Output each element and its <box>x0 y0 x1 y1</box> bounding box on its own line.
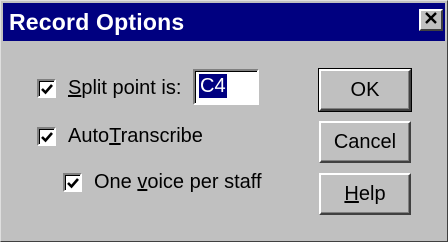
help-button-label: Help <box>344 182 386 205</box>
one-voice-label: One voice per staff <box>94 171 262 193</box>
auto-transcribe-row: AutoTranscribe <box>37 125 203 148</box>
title-bar[interactable]: Record Options <box>3 3 445 41</box>
checkmark-icon <box>41 132 53 143</box>
close-icon <box>424 11 438 29</box>
record-options-dialog: Record Options Split point is: C4 AutoTr… <box>0 0 448 242</box>
ok-button[interactable]: OK <box>318 68 412 112</box>
auto-transcribe-label: AutoTranscribe <box>68 125 203 147</box>
dialog-title: Record Options <box>9 9 185 35</box>
checkmark-icon <box>41 84 53 95</box>
split-point-row: Split point is: <box>37 77 181 100</box>
cancel-button[interactable]: Cancel <box>319 121 411 163</box>
one-voice-checkbox[interactable] <box>63 173 82 192</box>
split-point-input[interactable]: C4 <box>193 69 259 105</box>
split-point-value: C4 <box>199 74 227 98</box>
cancel-button-label: Cancel <box>333 130 397 153</box>
one-voice-row: One voice per staff <box>63 171 262 194</box>
help-button[interactable]: Help <box>319 173 411 215</box>
checkmark-icon <box>67 178 79 189</box>
close-button[interactable] <box>419 9 443 31</box>
ok-button-label: OK <box>350 78 380 101</box>
split-point-checkbox[interactable] <box>37 79 56 98</box>
auto-transcribe-checkbox[interactable] <box>37 127 56 146</box>
split-point-label: Split point is: <box>68 77 182 99</box>
